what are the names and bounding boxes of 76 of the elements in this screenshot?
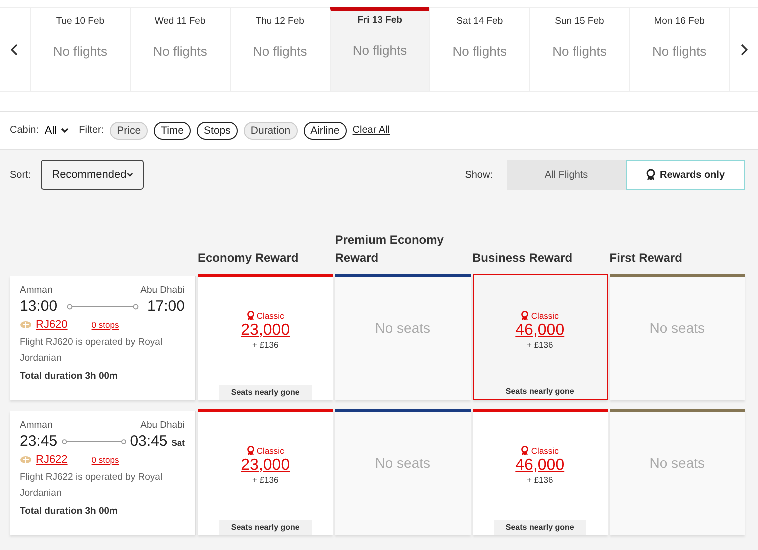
cabin-heading: Economy Reward xyxy=(198,250,300,267)
fare-cell[interactable]: Classic 46,000 + £136 Seats nearly gone xyxy=(472,274,608,400)
fee-text: + £136 xyxy=(527,475,554,485)
sort-dropdown[interactable]: Recommended xyxy=(41,160,144,190)
date-tab[interactable]: Wed 11 Feb No flights xyxy=(130,8,230,91)
filter-chip[interactable]: Stops xyxy=(197,122,238,140)
filter-chip[interactable]: Time xyxy=(154,122,192,140)
points-link[interactable]: 23,000 xyxy=(241,322,290,340)
show-label: Show: xyxy=(465,170,493,180)
classic-tag: Classic xyxy=(256,446,284,456)
points-link[interactable]: 23,000 xyxy=(241,457,290,475)
date-tab[interactable]: Tue 10 Feb No flights xyxy=(30,8,130,91)
award-ribbon-icon xyxy=(521,311,530,321)
fare-cell[interactable]: Classic 23,000 + £136 Seats nearly gone xyxy=(198,274,334,400)
operator-text: Flight RJ620 is operated by Royal Jordanian xyxy=(20,336,164,366)
classic-tag: Classic xyxy=(531,446,559,456)
cabin-heading: First Reward xyxy=(610,250,684,267)
award-ribbon-icon xyxy=(646,169,656,181)
stops-link[interactable]: 0 stops xyxy=(92,455,120,465)
total-duration: Total duration 3h 00m xyxy=(20,506,120,517)
no-seats-text: No seats xyxy=(375,320,430,336)
fee-text: + £136 xyxy=(252,340,279,350)
origin-city: Amman xyxy=(20,420,53,431)
origin-city: Amman xyxy=(20,285,53,296)
fee-text: + £136 xyxy=(252,475,279,485)
classic-tag: Classic xyxy=(531,311,559,321)
availability-note: Seats nearly gone xyxy=(494,520,586,535)
chevron-right-icon[interactable] xyxy=(740,44,748,56)
show-option[interactable]: Rewards only xyxy=(626,160,745,190)
fee-text: + £136 xyxy=(527,340,554,350)
points-link[interactable]: 46,000 xyxy=(516,322,565,340)
departure-time: 13:00 xyxy=(20,298,58,315)
route-line-icon xyxy=(62,438,126,444)
classic-tag: Classic xyxy=(256,311,284,321)
award-ribbon-icon xyxy=(246,446,255,456)
availability-note: Seats nearly gone xyxy=(219,520,312,535)
operator-text: Flight RJ622 is operated by Royal Jordanian xyxy=(20,471,164,501)
award-ribbon-icon xyxy=(521,446,530,456)
airline-logo-icon xyxy=(20,456,32,464)
route-line-icon xyxy=(66,304,138,310)
cabin-label: Cabin: xyxy=(10,125,39,136)
airline-logo-icon xyxy=(20,321,32,329)
clear-all-link[interactable]: Clear All xyxy=(352,125,390,136)
filter-chip[interactable]: Airline xyxy=(304,122,347,140)
filter-label: Filter: xyxy=(79,125,104,136)
stops-link[interactable]: 0 stops xyxy=(92,320,120,330)
date-tab[interactable]: Sun 15 Feb No flights xyxy=(529,8,630,91)
arrival-time: 03:45 xyxy=(130,433,168,450)
cabin-heading: Business Reward xyxy=(472,250,574,267)
arrival-day: Sat xyxy=(172,438,185,448)
date-tab[interactable]: Mon 16 Feb No flights xyxy=(629,8,730,91)
date-tab[interactable]: Fri 13 Feb No flights xyxy=(330,7,430,91)
fare-cell[interactable]: Classic 46,000 + £136 Seats nearly gone xyxy=(472,409,608,535)
show-option[interactable]: All Flights xyxy=(507,160,626,190)
availability-note: Seats nearly gone xyxy=(504,386,576,398)
sort-label: Sort: xyxy=(10,170,32,180)
availability-note: Seats nearly gone xyxy=(219,385,312,400)
chevron-down-icon xyxy=(126,172,134,178)
flight-number-link[interactable]: RJ622 xyxy=(36,454,68,466)
fare-cell[interactable]: Classic 23,000 + £136 Seats nearly gone xyxy=(198,409,334,535)
destination-city: Abu Dhabi xyxy=(140,285,185,296)
no-seats-text: No seats xyxy=(650,454,705,470)
date-tab[interactable]: Sat 14 Feb No flights xyxy=(429,8,530,91)
chevron-left-icon[interactable] xyxy=(11,44,19,56)
no-seats-text: No seats xyxy=(650,320,705,336)
destination-city: Abu Dhabi xyxy=(140,420,185,431)
departure-time: 23:45 xyxy=(20,433,58,450)
flight-number-link[interactable]: RJ620 xyxy=(36,319,68,331)
cabin-heading: Premium Economy Reward xyxy=(335,232,445,267)
points-link[interactable]: 46,000 xyxy=(516,457,565,475)
arrival-time: 17:00 xyxy=(147,298,185,315)
cabin-dropdown[interactable]: All xyxy=(44,124,70,136)
award-ribbon-icon xyxy=(246,311,255,321)
chevron-down-icon xyxy=(61,128,70,134)
total-duration: Total duration 3h 00m xyxy=(20,371,120,382)
no-seats-text: No seats xyxy=(375,454,430,470)
